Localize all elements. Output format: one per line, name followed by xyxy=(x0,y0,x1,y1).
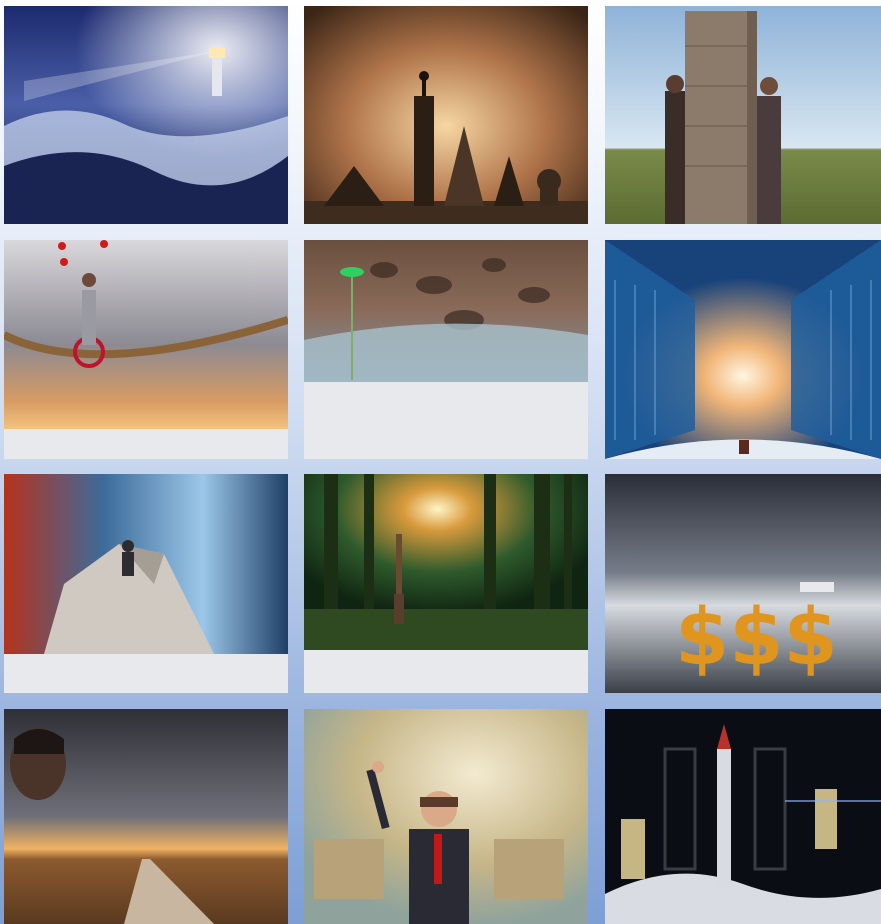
gallery-tile-10[interactable] xyxy=(4,709,288,924)
rocket-launch-image[interactable] xyxy=(605,709,881,924)
svg-text:$$$: $$$ xyxy=(675,593,838,683)
caption-area xyxy=(304,650,588,693)
gallery-tile-1[interactable] xyxy=(4,6,288,224)
dollar-signs-sea-image[interactable]: $$$ xyxy=(605,474,881,693)
eroded-rock-image[interactable] xyxy=(304,240,588,382)
gallery-tile-7[interactable] xyxy=(4,474,288,693)
climber-boulder-image[interactable] xyxy=(4,474,288,654)
stone-wall-image[interactable] xyxy=(605,6,881,224)
gallery-tile-2[interactable] xyxy=(304,6,588,224)
gallery-tile-9[interactable]: $$$ xyxy=(605,474,881,693)
gallery-tile-3[interactable] xyxy=(605,6,881,224)
face-road-image[interactable] xyxy=(4,709,288,924)
blue-corridor-image[interactable] xyxy=(605,240,881,459)
caption-area xyxy=(4,654,288,693)
lighthouse-storm-image[interactable] xyxy=(4,6,288,224)
caption-area xyxy=(304,382,588,459)
gallery-tile-5[interactable] xyxy=(304,240,588,459)
gallery-tile-11[interactable] xyxy=(304,709,588,924)
caption-area xyxy=(4,429,288,459)
photo-grid: $$$ xyxy=(0,0,881,924)
boy-jetpack-image[interactable] xyxy=(304,709,588,924)
unicycle-juggler-image[interactable] xyxy=(4,240,288,429)
gallery-tile-12[interactable] xyxy=(605,709,881,924)
gallery-tile-4[interactable] xyxy=(4,240,288,459)
gallery-tile-8[interactable] xyxy=(304,474,588,693)
chess-summit-image[interactable] xyxy=(304,6,588,224)
gallery-tile-6[interactable] xyxy=(605,240,881,459)
forest-light-image[interactable] xyxy=(304,474,588,650)
